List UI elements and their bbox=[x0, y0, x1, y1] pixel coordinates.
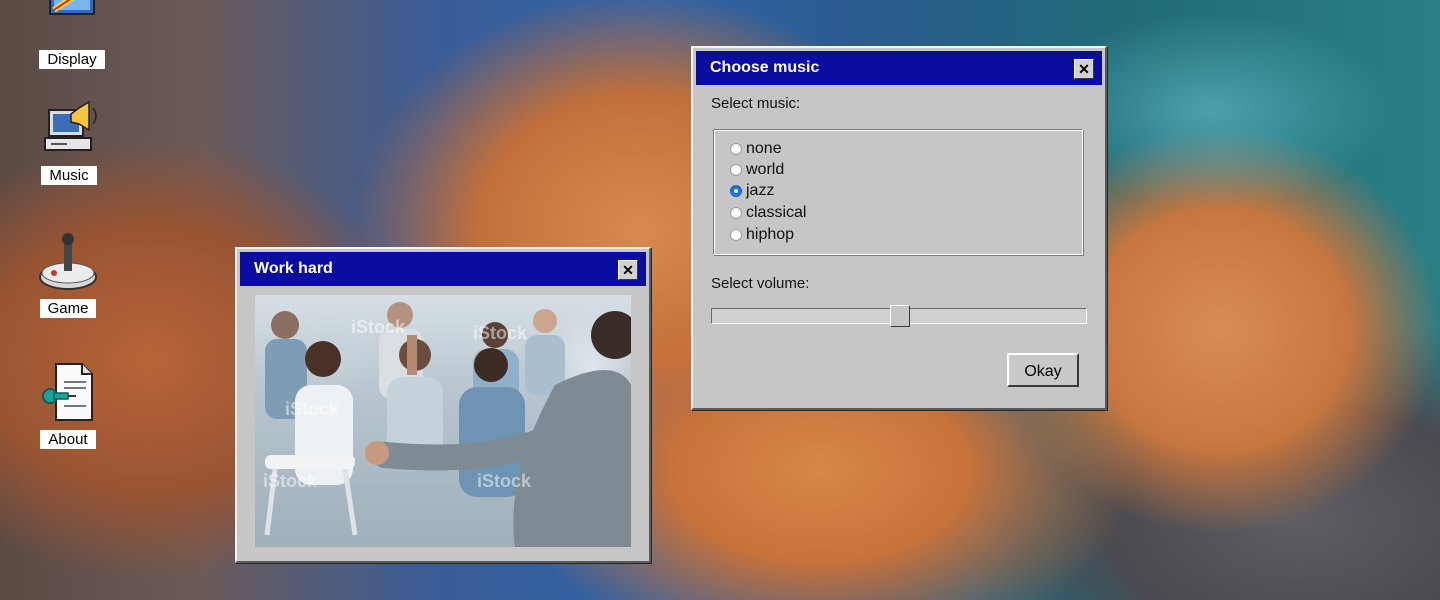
radio-label: classical bbox=[746, 204, 806, 222]
window-titlebar[interactable]: Choose music ✕ bbox=[696, 51, 1102, 85]
desktop-icon-about[interactable]: About bbox=[23, 360, 113, 449]
radio-option-world[interactable]: world bbox=[730, 160, 784, 180]
joystick-icon bbox=[36, 229, 100, 293]
desktop-icon-music[interactable]: Music bbox=[24, 96, 114, 185]
desktop-icon-label: Game bbox=[40, 299, 97, 318]
radio-button[interactable] bbox=[730, 164, 742, 176]
radio-option-jazz[interactable]: jazz bbox=[730, 181, 774, 201]
radio-label: hiphop bbox=[746, 226, 794, 244]
radio-option-none[interactable]: none bbox=[730, 139, 782, 159]
volume-slider-thumb[interactable] bbox=[890, 305, 910, 327]
watermark-text: iStock bbox=[473, 323, 527, 344]
close-button[interactable]: ✕ bbox=[1074, 59, 1094, 79]
radio-option-hiphop[interactable]: hiphop bbox=[730, 225, 794, 245]
close-icon: ✕ bbox=[622, 262, 634, 278]
document-pushpin-icon bbox=[36, 360, 100, 424]
close-button[interactable]: ✕ bbox=[618, 260, 638, 280]
desktop-icon-label: Display bbox=[39, 50, 104, 69]
watermark-text: iStock bbox=[285, 399, 339, 420]
select-volume-label: Select volume: bbox=[711, 275, 809, 292]
work-hard-window[interactable]: Work hard ✕ bbox=[235, 247, 651, 563]
watermark-text: iStock bbox=[477, 471, 531, 492]
display-settings-icon bbox=[40, 0, 104, 44]
radio-button[interactable] bbox=[730, 143, 742, 155]
watermark-text: iStock bbox=[263, 471, 317, 492]
desktop-icon-label: Music bbox=[41, 166, 96, 185]
radio-label: jazz bbox=[746, 182, 774, 200]
select-music-label: Select music: bbox=[711, 95, 800, 112]
window-title: Work hard bbox=[254, 260, 333, 277]
watermark-text: iStock bbox=[351, 317, 405, 338]
volume-slider[interactable] bbox=[711, 308, 1087, 324]
choose-music-window[interactable]: Choose music ✕ Select music: none world … bbox=[691, 46, 1107, 410]
radio-button-selected[interactable] bbox=[730, 185, 742, 197]
seminar-photo-illustration bbox=[255, 295, 631, 547]
speaker-computer-icon bbox=[37, 96, 101, 160]
radio-option-classical[interactable]: classical bbox=[730, 203, 806, 223]
okay-button[interactable]: Okay bbox=[1007, 353, 1079, 387]
close-icon: ✕ bbox=[1078, 61, 1090, 77]
radio-label: none bbox=[746, 140, 782, 158]
music-radio-group: none world jazz classical hiphop bbox=[713, 129, 1083, 255]
radio-label: world bbox=[746, 161, 784, 179]
window-titlebar[interactable]: Work hard ✕ bbox=[240, 252, 646, 286]
window-title: Choose music bbox=[710, 59, 819, 76]
desktop-icon-display[interactable]: Display bbox=[27, 0, 117, 69]
desktop-icon-game[interactable]: Game bbox=[23, 229, 113, 318]
radio-button[interactable] bbox=[730, 207, 742, 219]
radio-button[interactable] bbox=[730, 229, 742, 241]
seminar-photo: iStock iStock iStock iStock iStock bbox=[255, 295, 631, 547]
desktop-icon-label: About bbox=[40, 430, 95, 449]
